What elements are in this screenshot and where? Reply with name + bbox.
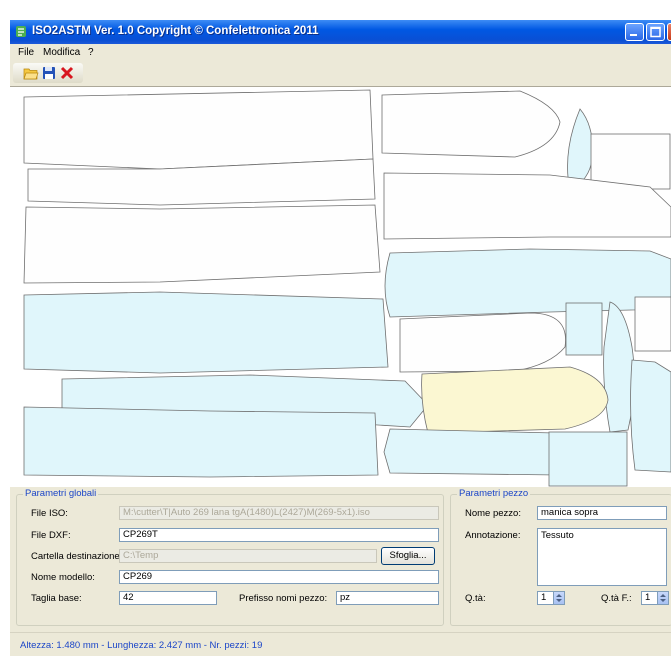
- pattern-pieces-svg: [23, 89, 671, 487]
- pattern-piece[interactable]: [384, 248, 671, 318]
- piece-prefix-label: Prefisso nomi pezzo:: [239, 593, 328, 604]
- file-iso-field[interactable]: M:\cutter\T|Auto 269 lana tgA(1480)L(242…: [119, 506, 439, 520]
- pattern-piece[interactable]: [603, 301, 635, 433]
- open-folder-icon: [23, 68, 39, 80]
- parameters-panel: Parametri globali File ISO: M:\cutter\T|…: [10, 487, 671, 632]
- status-bar: Altezza: 1.480 mm - Lunghezza: 2.427 mm …: [10, 632, 671, 656]
- browse-button[interactable]: Sfoglia...: [381, 547, 435, 565]
- title-bar[interactable]: ISO2ASTM Ver. 1.0 Copyright © Confelettr…: [10, 20, 671, 44]
- pattern-piece[interactable]: [634, 296, 671, 352]
- dest-folder-label: Cartella destinazione:: [31, 551, 123, 562]
- window-title: ISO2ASTM Ver. 1.0 Copyright © Confelettr…: [32, 25, 319, 37]
- menu-help[interactable]: ?: [88, 47, 94, 58]
- qty-spin-buttons[interactable]: [553, 591, 565, 605]
- pattern-piece[interactable]: [630, 359, 671, 473]
- app-icon: [16, 26, 26, 37]
- pattern-piece[interactable]: [565, 302, 603, 356]
- save-disk-icon: [43, 67, 55, 79]
- app-window: ISO2ASTM Ver. 1.0 Copyright © Confelettr…: [10, 20, 671, 656]
- annotation-label: Annotazione:: [465, 530, 521, 541]
- piece-params-group: Parametri pezzo Nome pezzo: manica sopra…: [450, 488, 671, 626]
- pattern-piece[interactable]: [23, 406, 379, 478]
- menu-file[interactable]: File: [18, 47, 34, 58]
- pattern-piece[interactable]: [381, 90, 561, 158]
- model-name-label: Nome modello:: [31, 572, 95, 583]
- maximize-icon: [650, 26, 661, 38]
- toolbar: [10, 62, 671, 86]
- dest-folder-field[interactable]: C:\Temp: [119, 549, 377, 563]
- spin-arrows-icon: [556, 594, 562, 602]
- close-x-icon: [60, 66, 74, 80]
- spin-arrows-icon: [660, 594, 666, 602]
- piece-prefix-field[interactable]: pz: [336, 591, 439, 605]
- annotation-field[interactable]: Tessuto: [537, 528, 667, 586]
- file-dxf-field[interactable]: CP269T: [119, 528, 439, 542]
- pattern-canvas[interactable]: [10, 86, 671, 487]
- pattern-piece[interactable]: [23, 291, 389, 374]
- menu-bar: File Modifica ?: [10, 44, 671, 62]
- close-button[interactable]: [667, 23, 671, 41]
- base-size-label: Taglia base:: [31, 593, 82, 604]
- pattern-piece[interactable]: [383, 428, 559, 476]
- qty-f-label: Q.tà F.:: [601, 593, 632, 604]
- open-button[interactable]: [23, 65, 39, 81]
- global-params-group: Parametri globali File ISO: M:\cutter\T|…: [16, 488, 444, 626]
- piece-params-title: Parametri pezzo: [457, 488, 531, 499]
- global-params-title: Parametri globali: [23, 488, 99, 499]
- model-name-field[interactable]: CP269: [119, 570, 439, 584]
- close-file-button[interactable]: [59, 65, 75, 81]
- file-iso-label: File ISO:: [31, 508, 68, 519]
- toolbar-strip: [13, 63, 83, 83]
- pattern-piece[interactable]: [23, 89, 374, 170]
- pattern-piece-selected[interactable]: [421, 366, 609, 434]
- minimize-icon: [630, 34, 637, 36]
- menu-modifica[interactable]: Modifica: [43, 47, 80, 58]
- piece-name-label: Nome pezzo:: [465, 508, 521, 519]
- minimize-button[interactable]: [625, 23, 644, 41]
- base-size-field[interactable]: 42: [119, 591, 217, 605]
- qty-f-spin-buttons[interactable]: [657, 591, 669, 605]
- pattern-piece[interactable]: [590, 133, 671, 190]
- pattern-piece[interactable]: [23, 204, 381, 284]
- status-text: Altezza: 1.480 mm - Lunghezza: 2.427 mm …: [20, 640, 263, 651]
- maximize-button[interactable]: [646, 23, 665, 41]
- piece-name-field[interactable]: manica sopra: [537, 506, 667, 520]
- pattern-piece[interactable]: [399, 312, 566, 373]
- qty-label: Q.tà:: [465, 593, 486, 604]
- pattern-piece[interactable]: [548, 431, 628, 487]
- save-button[interactable]: [41, 65, 57, 81]
- file-dxf-label: File DXF:: [31, 530, 71, 541]
